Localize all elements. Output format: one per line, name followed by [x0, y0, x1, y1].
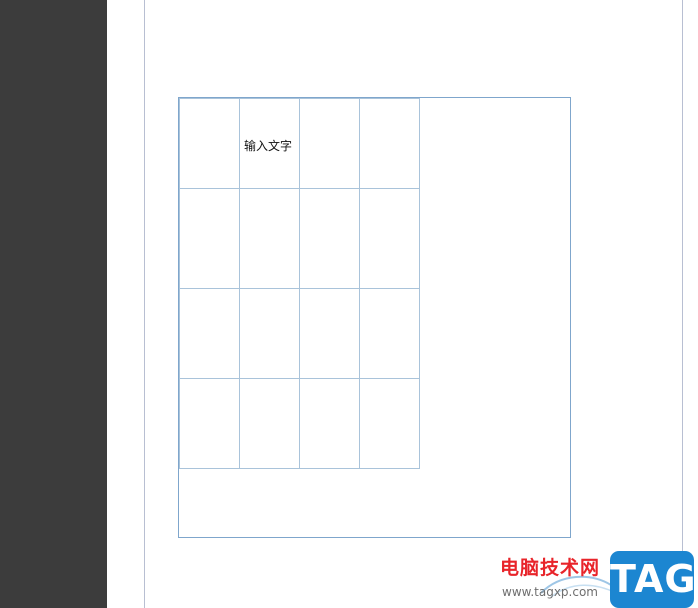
watermark-url: www.tagxp.com: [502, 585, 598, 599]
cell-text: [300, 189, 359, 227]
cell-text: [360, 379, 419, 417]
page-edge-right: [682, 0, 683, 608]
table-cell[interactable]: [359, 288, 420, 379]
cell-text: [300, 379, 359, 417]
table-row: 输入文字: [179, 98, 420, 189]
table-cell[interactable]: [179, 378, 240, 469]
cell-text: [180, 189, 239, 227]
cell-text: [300, 99, 359, 137]
table-row: [179, 188, 420, 289]
cell-text: [360, 99, 419, 137]
table-cell[interactable]: [299, 98, 360, 189]
left-panel: [0, 0, 107, 608]
table-cell[interactable]: [299, 288, 360, 379]
cell-text: [180, 99, 239, 137]
table-row: [179, 378, 420, 469]
table-cell[interactable]: [179, 188, 240, 289]
cell-text: [240, 379, 299, 417]
cell-text: [360, 189, 419, 227]
cell-text: [300, 289, 359, 327]
cell-text: [240, 189, 299, 227]
page-gutter: [107, 0, 145, 608]
table-cell[interactable]: [239, 288, 300, 379]
site-watermark: 电脑技术网 www.tagxp.com TAG: [500, 551, 698, 608]
table-cell[interactable]: [299, 378, 360, 469]
tag-logo-badge: TAG: [610, 551, 696, 608]
table-cell[interactable]: [359, 188, 420, 289]
cell-text: [180, 379, 239, 417]
table-cell[interactable]: [239, 378, 300, 469]
table-cell[interactable]: [179, 98, 240, 189]
table-row: [179, 288, 420, 379]
table-cell[interactable]: 输入文字: [239, 98, 300, 189]
watermark-title: 电脑技术网: [500, 557, 601, 579]
table-cell[interactable]: [239, 188, 300, 289]
page-edge-left: [144, 0, 145, 608]
cell-text: [180, 289, 239, 327]
cell-text: [240, 289, 299, 327]
table-cell[interactable]: [359, 378, 420, 469]
cell-text: [360, 289, 419, 327]
cell-text: 输入文字: [244, 139, 293, 153]
table-cell[interactable]: [179, 288, 240, 379]
table-cell[interactable]: [359, 98, 420, 189]
document-table[interactable]: 输入文字: [179, 98, 420, 469]
table-cell[interactable]: [299, 188, 360, 289]
